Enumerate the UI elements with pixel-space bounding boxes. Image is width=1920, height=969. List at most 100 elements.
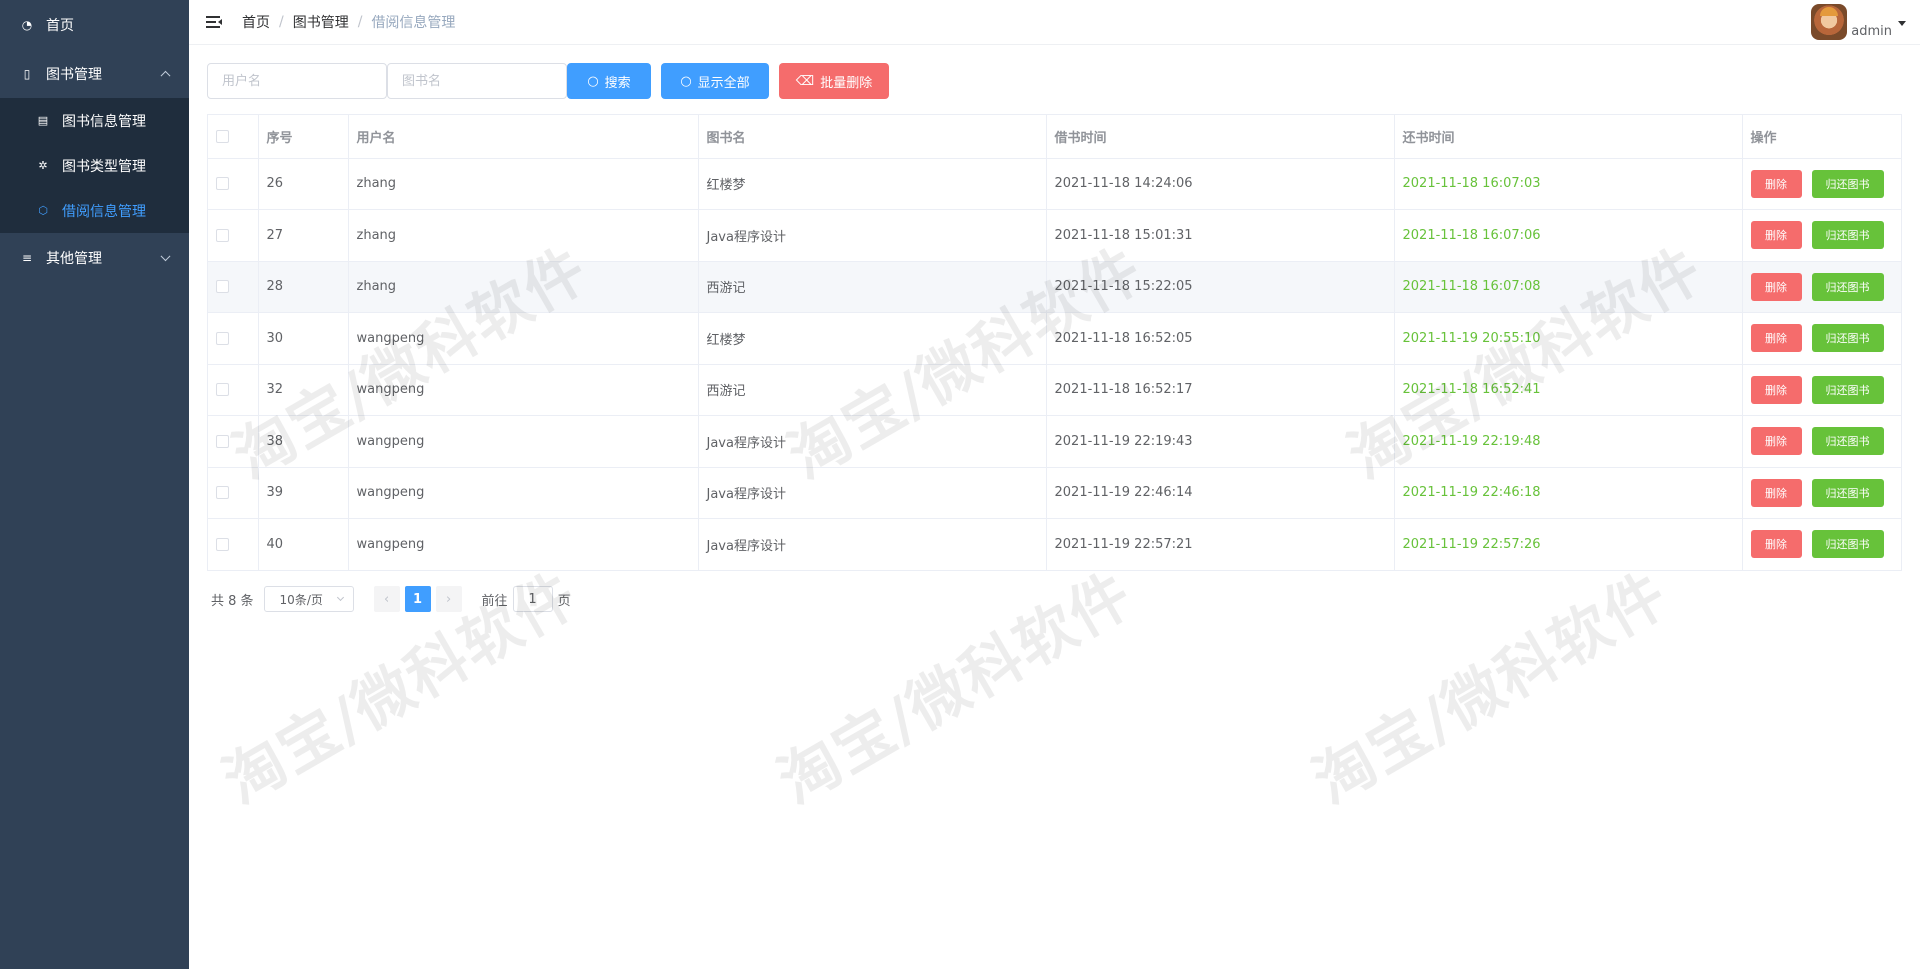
- cell-borrow-time: 2021-11-19 22:46:14: [1046, 467, 1395, 519]
- row-select-cell: [208, 467, 259, 519]
- cell-actions: 删除 归还图书: [1742, 209, 1901, 262]
- row-select-cell: [208, 209, 259, 262]
- table-row[interactable]: 39 wangpeng Java程序设计 2021-11-19 22:46:14 202…: [208, 467, 1901, 519]
- cell-username: zhang: [348, 209, 699, 262]
- page-number[interactable]: 1: [404, 586, 431, 612]
- cell-return-time: 2021-11-19 20:55:10: [1394, 312, 1743, 365]
- top-navbar: 首页 / 图书管理 / 借阅信息管理 admin: [189, 0, 1920, 45]
- table-row[interactable]: 28 zhang 西游记 2021-11-18 15:22:05 2021-11-18 …: [208, 261, 1901, 313]
- cell-actions: 删除 归还图书: [1742, 158, 1901, 210]
- breadcrumb-book-management[interactable]: 图书管理: [293, 12, 349, 32]
- table-row[interactable]: 27 zhang Java程序设计 2021-11-18 15:01:31 2021-1…: [208, 209, 1901, 262]
- sidebar-item-borrow-info[interactable]: ⬡ 借阅信息管理: [0, 188, 189, 233]
- cell-return-time: 2021-11-18 16:07:06: [1394, 209, 1743, 262]
- cell-borrow-time: 2021-11-18 16:52:17: [1046, 364, 1395, 416]
- search-button[interactable]: ○ 搜索: [567, 63, 651, 99]
- cell-actions: 删除 归还图书: [1742, 518, 1901, 571]
- delete-button[interactable]: 删除: [1750, 324, 1802, 353]
- row-select-cell: [208, 261, 259, 313]
- return-book-button[interactable]: 归还图书: [1811, 530, 1884, 559]
- return-book-button[interactable]: 归还图书: [1811, 272, 1884, 301]
- user-dropdown[interactable]: admin: [1811, 4, 1906, 40]
- cell-borrow-time: 2021-11-19 22:19:43: [1046, 415, 1395, 468]
- column-header[interactable]: 操作: [1742, 115, 1901, 159]
- return-book-button[interactable]: 归还图书: [1811, 375, 1884, 404]
- cell-bookname: Java程序设计: [698, 209, 1047, 262]
- user-name: admin: [1851, 24, 1892, 39]
- submenu-book-management: ▤ 图书信息管理 ✲ 图书类型管理 ⬡ 借阅信息管理: [0, 98, 189, 233]
- delete-button[interactable]: 删除: [1750, 221, 1802, 250]
- prev-page-button[interactable]: ‹: [373, 586, 400, 612]
- document-icon: ▤: [37, 114, 49, 127]
- cell-return-time: 2021-11-19 22:46:18: [1394, 467, 1743, 519]
- row-checkbox[interactable]: [216, 486, 229, 500]
- column-header[interactable]: 序号: [258, 115, 349, 159]
- sidebar-item-book-management[interactable]: ▯ 图书管理: [0, 49, 189, 98]
- return-book-button[interactable]: 归还图书: [1811, 427, 1884, 456]
- return-book-button[interactable]: 归还图书: [1811, 478, 1884, 507]
- cell-bookname: 西游记: [698, 364, 1047, 416]
- book-icon: ▯: [23, 66, 31, 81]
- row-checkbox[interactable]: [216, 280, 229, 294]
- sidebar-item-book-info[interactable]: ▤ 图书信息管理: [0, 98, 189, 143]
- return-book-button[interactable]: 归还图书: [1811, 221, 1884, 250]
- return-book-button[interactable]: 归还图书: [1811, 169, 1884, 198]
- table-row[interactable]: 30 wangpeng 红楼梦 2021-11-18 16:52:05 2021-11-…: [208, 312, 1901, 365]
- show-all-button-label: 显示全部: [697, 75, 750, 91]
- delete-button[interactable]: 删除: [1750, 427, 1802, 456]
- column-header[interactable]: 用户名: [348, 115, 699, 159]
- delete-button[interactable]: 删除: [1750, 169, 1802, 198]
- avatar[interactable]: [1811, 4, 1848, 40]
- table-row[interactable]: 26 zhang 红楼梦 2021-11-18 14:24:06 2021-11-18 …: [208, 158, 1901, 210]
- table-row[interactable]: 40 wangpeng Java程序设计 2021-11-19 22:57:21 202…: [208, 518, 1901, 571]
- goto-page: 前往 页: [482, 586, 571, 612]
- cell-username: wangpeng: [348, 364, 699, 416]
- delete-button[interactable]: 删除: [1750, 530, 1802, 559]
- cell-username: wangpeng: [348, 467, 699, 519]
- sidebar: ◔ 首页 ▯ 图书管理 ▤ 图书信息管理 ✲ 图书类型管理 ⬡ 借阅信息管理 ≡…: [0, 0, 189, 969]
- sidebar-item-home[interactable]: ◔ 首页: [0, 0, 189, 49]
- row-checkbox[interactable]: [216, 383, 229, 397]
- username-search-input[interactable]: [207, 63, 387, 99]
- column-header[interactable]: 还书时间: [1394, 115, 1743, 159]
- row-checkbox[interactable]: [216, 537, 229, 551]
- cell-borrow-time: 2021-11-18 15:01:31: [1046, 209, 1395, 262]
- row-checkbox[interactable]: [216, 434, 229, 448]
- borrow-icon: ⬡: [38, 204, 48, 217]
- cell-username: wangpeng: [348, 518, 699, 571]
- sidebar-item-label: 图书信息管理: [62, 113, 146, 130]
- table-row[interactable]: 38 wangpeng Java程序设计 2021-11-19 22:19:43 202…: [208, 415, 1901, 468]
- return-book-button[interactable]: 归还图书: [1811, 324, 1884, 353]
- bookname-search-input[interactable]: [387, 63, 567, 99]
- column-header[interactable]: 图书名: [698, 115, 1047, 159]
- row-checkbox[interactable]: [216, 228, 229, 242]
- batch-delete-button[interactable]: ⌫ 批量删除: [779, 63, 889, 99]
- goto-page-input[interactable]: [512, 586, 553, 612]
- hamburger-menu-icon[interactable]: [206, 15, 222, 29]
- chevron-up-icon: [160, 70, 171, 81]
- page-size-select[interactable]: 10条/页: [263, 586, 354, 612]
- row-select-cell: [208, 312, 259, 365]
- delete-button[interactable]: 删除: [1750, 478, 1802, 507]
- row-select-cell: [208, 518, 259, 571]
- table-row[interactable]: 32 wangpeng 西游记 2021-11-18 16:52:17 2021-11-…: [208, 364, 1901, 416]
- show-all-button[interactable]: ○ 显示全部: [661, 63, 769, 99]
- next-page-button[interactable]: ›: [435, 586, 462, 612]
- row-checkbox[interactable]: [216, 177, 229, 191]
- cell-id: 40: [258, 518, 349, 571]
- cell-return-time: 2021-11-18 16:52:41: [1394, 364, 1743, 416]
- search-icon: ○: [680, 73, 692, 89]
- cell-username: wangpeng: [348, 312, 699, 365]
- breadcrumb-home[interactable]: 首页: [242, 12, 270, 32]
- delete-button[interactable]: 删除: [1750, 375, 1802, 404]
- breadcrumb: 首页 / 图书管理 / 借阅信息管理: [242, 12, 455, 32]
- column-select-all: [208, 115, 259, 159]
- sidebar-item-other-management[interactable]: ≡ 其他管理: [0, 233, 189, 282]
- sidebar-item-label: 借阅信息管理: [62, 203, 146, 220]
- delete-button[interactable]: 删除: [1750, 272, 1802, 301]
- sidebar-item-book-type[interactable]: ✲ 图书类型管理: [0, 143, 189, 188]
- select-all-checkbox[interactable]: [216, 129, 229, 143]
- caret-down-icon: [1898, 21, 1906, 26]
- column-header[interactable]: 借书时间: [1046, 115, 1395, 159]
- row-checkbox[interactable]: [216, 331, 229, 345]
